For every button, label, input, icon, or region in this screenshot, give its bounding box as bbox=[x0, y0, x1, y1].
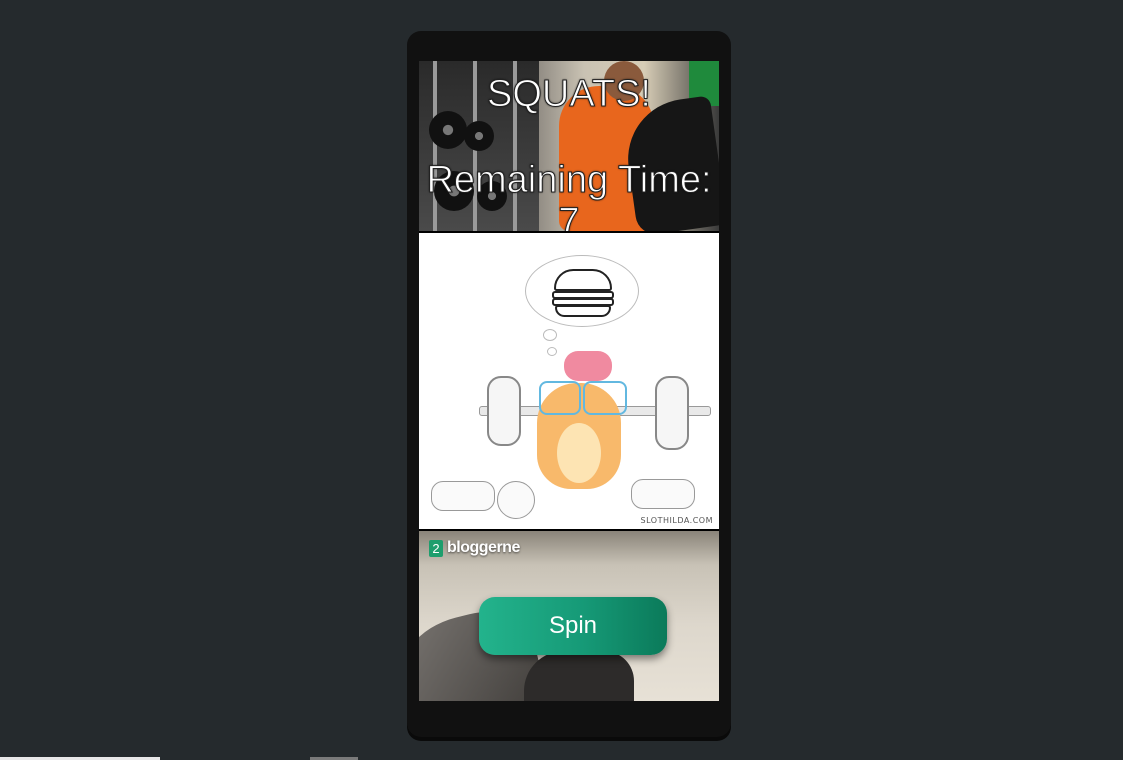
phone-screen: SQUATS! Remaining Time: 7 SLOTHILDA.COM … bbox=[419, 61, 719, 701]
dumbbell-left bbox=[431, 481, 495, 511]
thought-dot bbox=[543, 329, 557, 341]
brand-name: bloggerne bbox=[447, 539, 520, 556]
brand-watermark: 2 bloggerne bbox=[429, 539, 520, 557]
weight-plate-image bbox=[429, 111, 467, 149]
cat-bow bbox=[564, 351, 612, 381]
app-stage: SQUATS! Remaining Time: 7 SLOTHILDA.COM … bbox=[0, 0, 1123, 760]
remaining-time: Remaining Time: 7 bbox=[426, 159, 712, 232]
kettlebell bbox=[497, 481, 535, 519]
glasses-left bbox=[539, 381, 581, 415]
barbell-plate-right bbox=[655, 376, 689, 450]
gym-gif-panel: SQUATS! Remaining Time: 7 bbox=[419, 61, 719, 231]
illustration-signature: SLOTHILDA.COM bbox=[640, 516, 713, 525]
phone-frame: SQUATS! Remaining Time: 7 SLOTHILDA.COM … bbox=[407, 31, 731, 737]
spin-button[interactable]: Spin bbox=[479, 597, 667, 655]
exercise-title: SQUATS! bbox=[487, 73, 652, 116]
brand-badge: 2 bbox=[429, 539, 443, 557]
person-image bbox=[524, 651, 634, 701]
beach-gif-panel: 2 bloggerne Spin bbox=[419, 531, 719, 701]
barbell-plate-left bbox=[487, 376, 521, 446]
thought-dot bbox=[547, 347, 557, 356]
burger-bun bbox=[555, 305, 611, 317]
glasses-right bbox=[583, 381, 627, 415]
cat-belly bbox=[557, 423, 601, 483]
weight-plate-image bbox=[464, 121, 494, 151]
dumbbell-right bbox=[631, 479, 695, 509]
burger-icon bbox=[554, 269, 612, 291]
illustration-panel: SLOTHILDA.COM bbox=[419, 233, 719, 529]
